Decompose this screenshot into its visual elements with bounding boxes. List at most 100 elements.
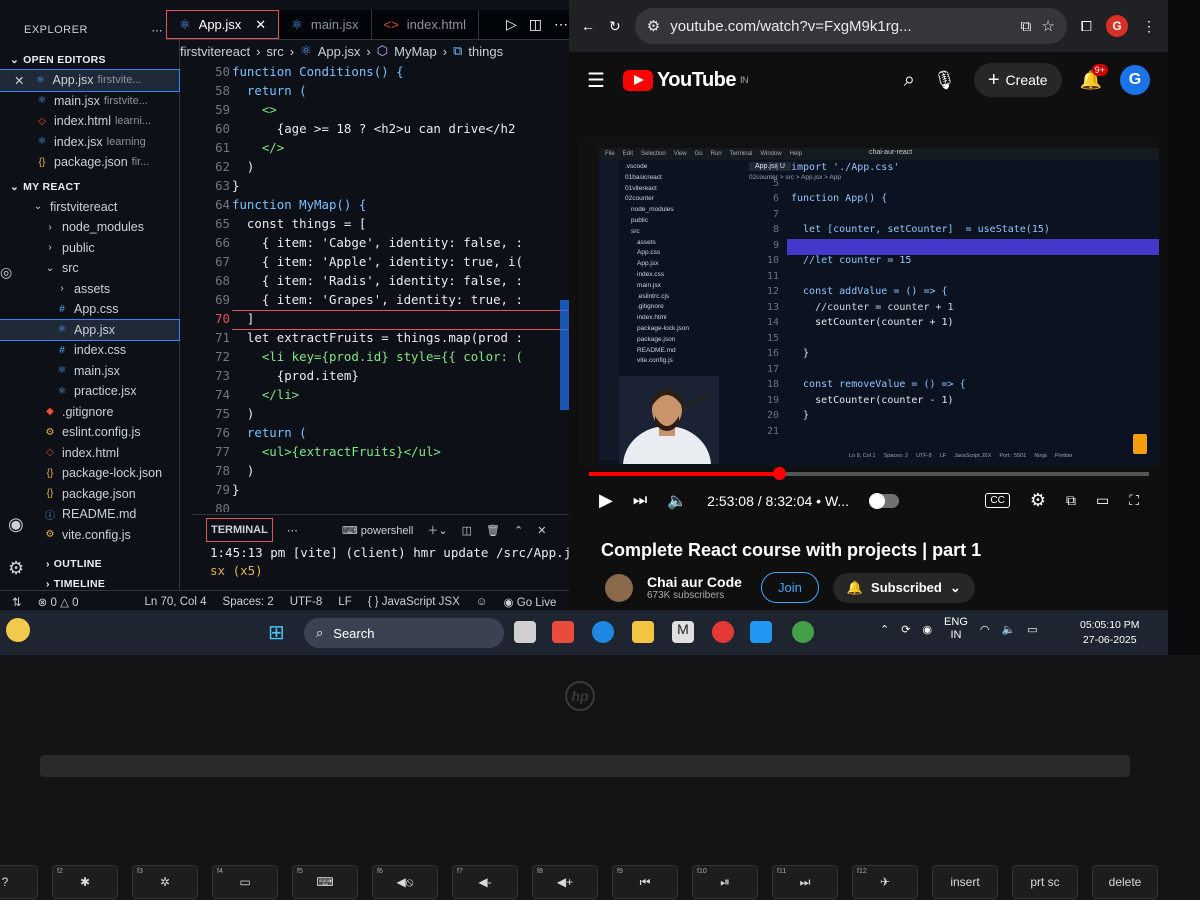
tab-main-jsx[interactable]: ⚛ main.jsx: [279, 10, 372, 39]
new-terminal-icon[interactable]: ＋⌄: [427, 522, 447, 538]
breadcrumb-item[interactable]: MyMap: [394, 44, 437, 59]
language-indicator[interactable]: ENG IN: [944, 616, 968, 642]
extensions-icon[interactable]: ⧠: [1081, 18, 1092, 35]
tree-item[interactable]: › public: [0, 238, 179, 259]
tree-item[interactable]: › node_modules: [0, 217, 179, 238]
settings-gear-icon[interactable]: ⚙: [8, 558, 24, 579]
tree-item[interactable]: # index.css: [0, 340, 179, 361]
tree-item[interactable]: ⚛ main.jsx: [0, 361, 179, 382]
more-actions-icon[interactable]: ⋯: [152, 24, 164, 37]
miniplayer-icon[interactable]: ⧉: [1066, 492, 1076, 509]
split-editor-icon[interactable]: ◫: [529, 16, 542, 33]
chrome-profile-icon[interactable]: [792, 621, 814, 643]
taskbar-search[interactable]: ⌕ Search: [304, 618, 504, 648]
profile-avatar[interactable]: G: [1106, 15, 1128, 37]
tree-item[interactable]: ◇ index.html: [0, 443, 179, 464]
hamburger-menu-icon[interactable]: ☰: [587, 68, 605, 93]
split-terminal-icon[interactable]: ◫: [462, 524, 472, 537]
breadcrumb-item[interactable]: firstvitereact: [180, 44, 250, 59]
channel-name[interactable]: Chai aur Code: [647, 574, 747, 590]
open-editor-item[interactable]: {} package.json fir...: [0, 152, 179, 173]
tab-app-jsx[interactable]: ⚛ App.jsx ✕: [166, 10, 280, 39]
tree-item[interactable]: {} package-lock.json: [0, 463, 179, 484]
sync-icon[interactable]: ⟳: [901, 623, 910, 636]
tree-item[interactable]: ⓘ README.md: [0, 504, 179, 525]
volume-icon[interactable]: 🔈: [667, 491, 687, 511]
tree-item[interactable]: ⌄ src: [0, 258, 179, 279]
cursor-position[interactable]: Ln 70, Col 4: [145, 596, 207, 608]
more-actions-icon[interactable]: ⋯: [554, 16, 568, 33]
tree-item[interactable]: ◆ .gitignore: [0, 402, 179, 423]
captions-icon[interactable]: CC: [985, 493, 1010, 508]
language-mode[interactable]: { } JavaScript JSX: [368, 596, 460, 608]
breadcrumb-item[interactable]: src: [266, 44, 283, 59]
back-arrow-icon[interactable]: ←: [581, 18, 595, 34]
run-icon[interactable]: ▷: [506, 16, 517, 33]
search-icon[interactable]: ⌕: [904, 69, 915, 92]
tree-item[interactable]: ⌄ firstvitereact: [0, 197, 179, 218]
tree-item[interactable]: ⚙ vite.config.js: [0, 525, 179, 546]
taskbar-clock[interactable]: 05:05:10 PM 27-06-2025: [1080, 618, 1140, 648]
next-icon[interactable]: ⏭: [633, 492, 647, 510]
trash-icon[interactable]: 🗑: [486, 524, 500, 537]
open-editor-item[interactable]: ◇ index.html learni...: [0, 111, 179, 132]
close-icon[interactable]: ✕: [14, 73, 24, 88]
tab-terminal[interactable]: TERMINAL: [206, 518, 273, 542]
tree-item[interactable]: ⚛ App.jsx: [0, 318, 180, 341]
project-section[interactable]: ⌄ MY REACT: [0, 177, 179, 197]
tree-item[interactable]: ⚙ eslint.config.js: [0, 422, 179, 443]
maximize-panel-icon[interactable]: ⌃: [514, 524, 523, 537]
tree-item[interactable]: ⚛ practice.jsx: [0, 381, 179, 402]
join-button[interactable]: Join: [761, 572, 819, 603]
vscode-taskbar-icon[interactable]: [750, 621, 772, 643]
line-ending[interactable]: LF: [338, 596, 351, 608]
close-icon[interactable]: ✕: [255, 17, 266, 33]
account-icon[interactable]: ◉: [8, 514, 24, 535]
settings-gear-icon[interactable]: ⚙: [1030, 490, 1046, 511]
youtube-logo[interactable]: YouTube IN: [622, 69, 749, 92]
reload-icon[interactable]: ↻: [609, 18, 621, 35]
seek-handle[interactable]: [773, 467, 787, 480]
open-editor-item[interactable]: ⚛ main.jsx firstvite...: [0, 91, 179, 112]
remote-icon[interactable]: ◎: [0, 264, 12, 281]
copilot-icon[interactable]: ☺: [476, 596, 488, 608]
mail-app-icon[interactable]: M: [672, 621, 694, 643]
close-icon[interactable]: ✕: [537, 524, 546, 537]
bookmark-star-icon[interactable]: ☆: [1041, 17, 1054, 35]
account-avatar[interactable]: G: [1120, 65, 1150, 95]
chevron-up-icon[interactable]: ⌃: [880, 623, 889, 636]
edge-browser-icon[interactable]: [592, 621, 614, 643]
remote-indicator-icon[interactable]: ⇅: [12, 595, 22, 609]
open-editor-item[interactable]: ✕ ⚛ App.jsx firstvite...: [0, 69, 180, 92]
wifi-icon[interactable]: ◠: [980, 623, 990, 636]
video-player[interactable]: File Edit Selection View Go Run Terminal Window…: [579, 138, 1159, 468]
play-icon[interactable]: ▶: [599, 490, 613, 511]
windows-start-icon[interactable]: ⊞: [268, 620, 285, 645]
battery-icon[interactable]: ▭: [1027, 623, 1037, 636]
code-editor[interactable]: 50 function Conditions() {58 return (59 <…: [180, 62, 578, 512]
chapter-text[interactable]: • W...: [816, 493, 849, 509]
open-editors-section[interactable]: ⌄ OPEN EDITORS: [0, 50, 179, 70]
create-button[interactable]: + Create: [973, 63, 1062, 97]
go-live-button[interactable]: ◉ Go Live: [504, 595, 557, 609]
more-actions-icon[interactable]: ⋯: [287, 524, 298, 537]
browser-menu-icon[interactable]: ⋮: [1142, 18, 1156, 35]
terminal-shell[interactable]: ⌨ powershell: [342, 524, 414, 537]
channel-avatar[interactable]: [605, 573, 633, 602]
outline-section[interactable]: › OUTLINE: [36, 554, 102, 574]
tree-item[interactable]: {} package.json: [0, 484, 179, 505]
install-icon[interactable]: ⧉: [1021, 18, 1032, 35]
indentation[interactable]: Spaces: 2: [223, 596, 274, 608]
volume-icon[interactable]: 🔈: [1002, 623, 1016, 636]
tree-item[interactable]: # App.css: [0, 299, 179, 320]
tree-item[interactable]: › assets: [0, 279, 179, 300]
fullscreen-icon[interactable]: ⛶: [1129, 492, 1139, 509]
microphone-icon[interactable]: 🎙: [933, 70, 956, 91]
seek-bar[interactable]: [589, 467, 1149, 480]
theater-mode-icon[interactable]: ▭: [1096, 492, 1109, 509]
autoplay-toggle[interactable]: [869, 492, 900, 509]
widgets-icon[interactable]: [552, 621, 574, 643]
notifications-bell-icon[interactable]: 🔔 9+: [1080, 63, 1108, 91]
open-editor-item[interactable]: ⚛ index.jsx learning: [0, 132, 179, 153]
problems-indicator[interactable]: ⊗ 0 △ 0: [38, 595, 79, 609]
